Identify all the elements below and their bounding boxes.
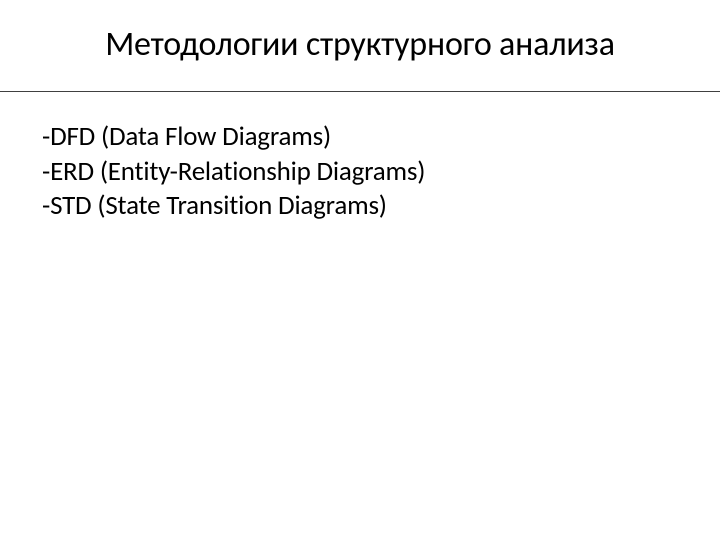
list-item: -STD (State Transition Diagrams) <box>42 189 720 224</box>
list-item: -DFD (Data Flow Diagrams) <box>42 120 720 155</box>
slide-container: Методологии структурного анализа -DFD (D… <box>0 0 720 540</box>
body-content: -DFD (Data Flow Diagrams) -ERD (Entity-R… <box>0 92 720 224</box>
slide-title: Методологии структурного анализа <box>0 0 720 65</box>
list-item: -ERD (Entity-Relationship Diagrams) <box>42 155 720 190</box>
